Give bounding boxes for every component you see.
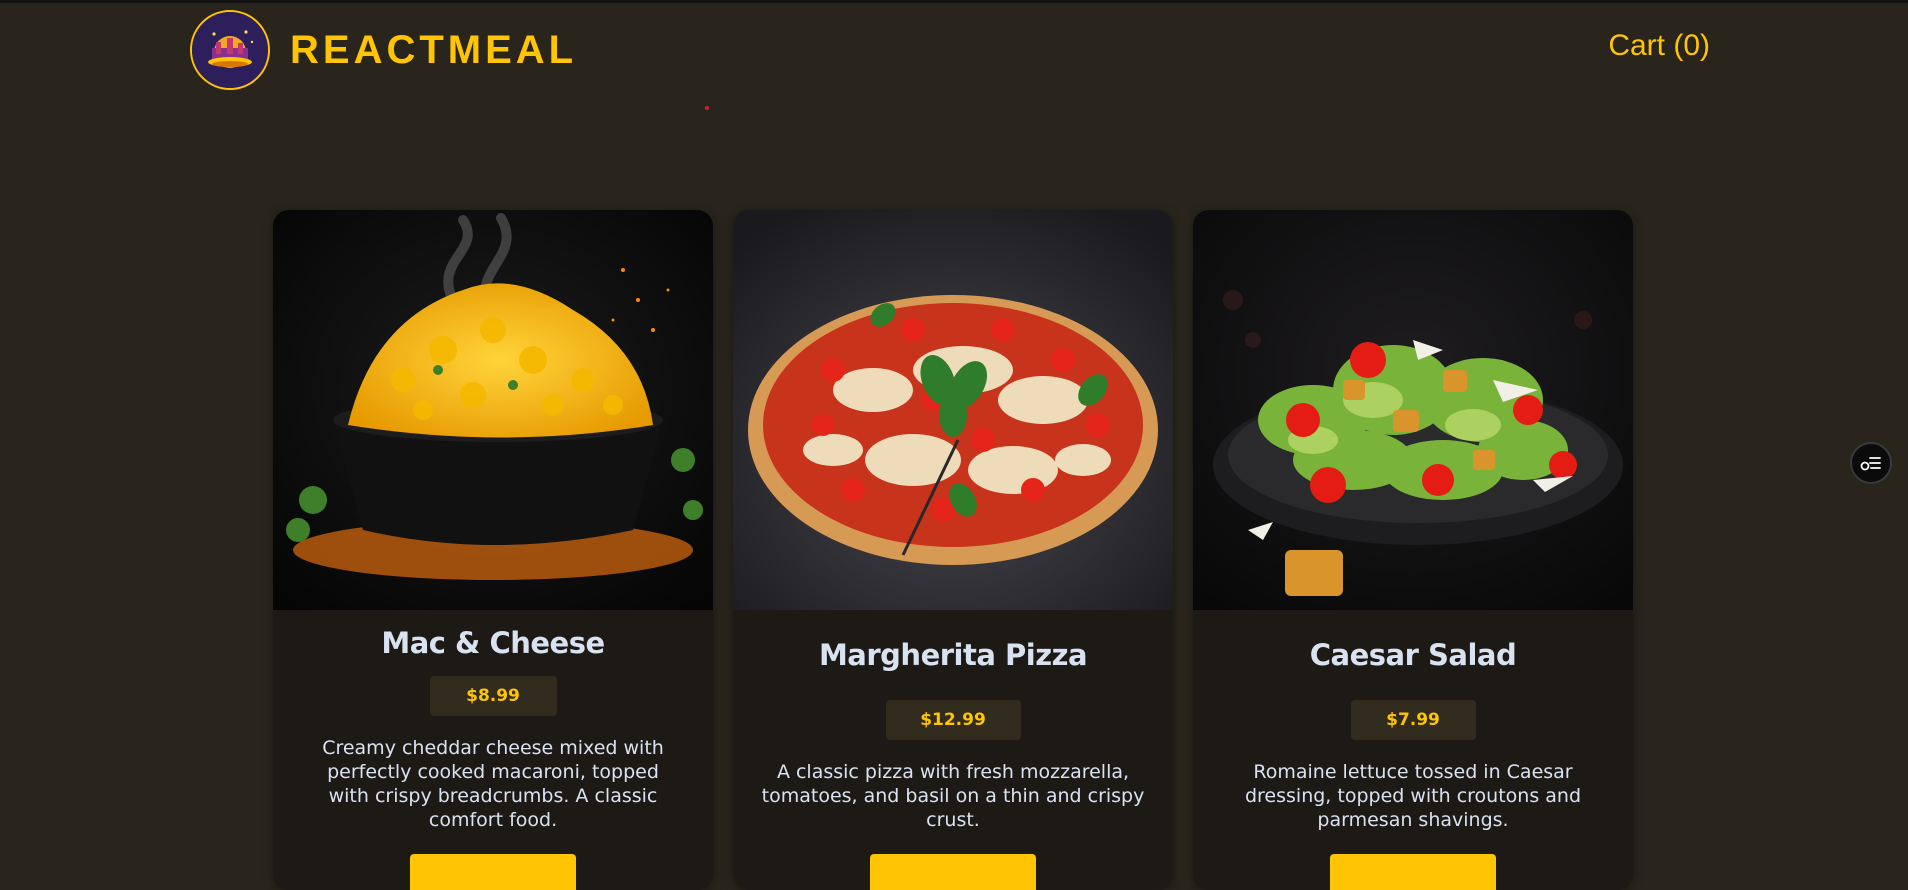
cart-button[interactable]: Cart (0)	[1608, 29, 1710, 63]
meal-card-mac-and-cheese: Mac & Cheese $8.99 Creamy cheddar cheese…	[273, 210, 713, 890]
add-to-cart-button[interactable]	[410, 854, 576, 890]
margherita-pizza-image	[733, 210, 1173, 610]
meal-name: Margherita Pizza	[818, 638, 1088, 672]
meal-description: Creamy cheddar cheese mixed with perfect…	[322, 737, 664, 831]
mac-and-cheese-image	[273, 210, 713, 610]
meal-price: $7.99	[1350, 700, 1476, 740]
restaurant-logo-icon	[190, 10, 270, 90]
caesar-salad-image	[1193, 210, 1633, 610]
app-title: REACTMEAL	[290, 27, 578, 72]
meal-card-caesar-salad: Caesar Salad $7.99 Romaine lettuce tosse…	[1193, 210, 1633, 890]
stray-dot	[705, 106, 709, 110]
brand[interactable]: REACTMEAL	[190, 10, 577, 90]
meal-details: Mac & Cheese $8.99 Creamy cheddar cheese…	[273, 626, 713, 890]
meal-name: Mac & Cheese	[381, 626, 605, 660]
meal-details: Caesar Salad $7.99 Romaine lettuce tosse…	[1193, 638, 1633, 890]
top-border	[0, 0, 1908, 3]
add-to-cart-button[interactable]	[1330, 854, 1496, 890]
meal-price: $8.99	[429, 676, 557, 716]
main-header: REACTMEAL Cart (0)	[190, 8, 1710, 92]
meal-name: Caesar Salad	[1309, 638, 1517, 672]
add-to-cart-button[interactable]	[870, 854, 1036, 890]
meal-description: Romaine lettuce tossed in Caesar dressin…	[1244, 761, 1582, 831]
menu-toggle-button[interactable]	[1850, 442, 1892, 484]
meal-description: A classic pizza with fresh mozzarella, t…	[761, 761, 1145, 831]
meal-price: $12.99	[885, 700, 1021, 740]
meal-details: Margherita Pizza $12.99 A classic pizza …	[733, 638, 1173, 890]
meals-list: Mac & Cheese $8.99 Creamy cheddar cheese…	[273, 210, 1633, 890]
meal-card-margherita-pizza: Margherita Pizza $12.99 A classic pizza …	[733, 210, 1173, 890]
menu-toggle-icon	[1860, 457, 1881, 471]
